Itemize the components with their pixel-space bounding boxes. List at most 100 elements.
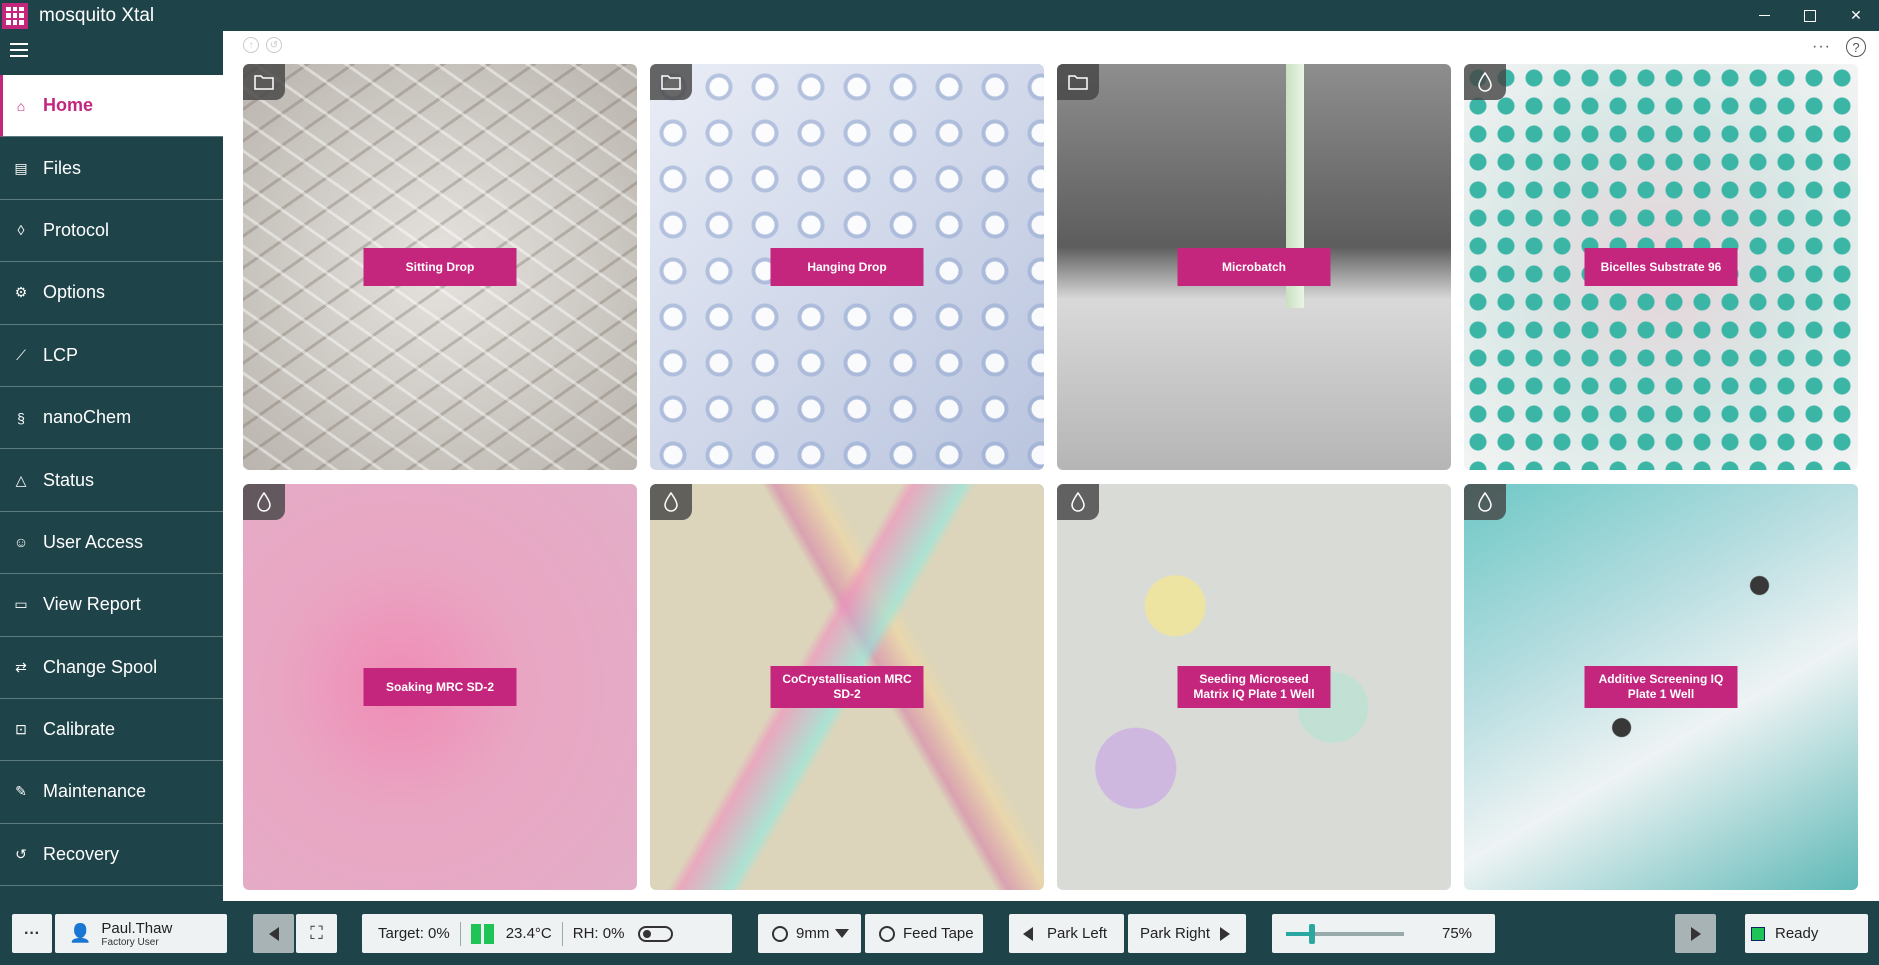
sidebar-item-label: User Access	[43, 531, 144, 552]
title-bar: mosquito Xtal ✕	[0, 0, 1879, 31]
tape-size-select[interactable]: 9mm	[758, 914, 861, 953]
tile-label: Seeding Microseed Matrix IQ Plate 1 Well	[1177, 666, 1331, 708]
sidebar-item-label: LCP	[43, 344, 79, 365]
tile-soaking-mrc-sd2[interactable]: Soaking MRC SD-2	[243, 484, 637, 890]
humidity-value: RH: 0%	[572, 925, 625, 942]
protocol-tile-grid: Sitting Drop Hanging Drop Microbatch Bic…	[243, 64, 1862, 890]
sidebar-item-label: Options	[43, 282, 106, 303]
forward-icon[interactable]: ↑	[243, 37, 259, 53]
app-logo-icon	[2, 2, 28, 29]
sidebar-item-protocol[interactable]: ◊ Protocol	[0, 200, 223, 263]
speed-slider[interactable]	[1286, 923, 1404, 944]
tile-label: Sitting Drop	[363, 248, 517, 286]
sidebar-item-nanochem[interactable]: § nanoChem	[0, 387, 223, 450]
help-icon[interactable]: ?	[1846, 37, 1866, 57]
tape-size-value: 9mm	[796, 925, 830, 942]
play-button[interactable]	[1675, 914, 1716, 953]
history-icon[interactable]: ↺	[266, 37, 282, 53]
feed-tape-label: Feed Tape	[903, 925, 974, 942]
close-icon[interactable]: ✕	[1833, 0, 1879, 31]
play-icon	[1690, 926, 1701, 941]
tile-seeding-microseed-matrix[interactable]: Seeding Microseed Matrix IQ Plate 1 Well	[1057, 484, 1451, 890]
sidebar-item-label: Calibrate	[43, 719, 116, 740]
feed-tape-button[interactable]: Feed Tape	[865, 914, 983, 953]
undo-icon: ↺	[15, 845, 27, 862]
sidebar-item-options[interactable]: ⚙ Options	[0, 262, 223, 325]
tile-label: Hanging Drop	[770, 248, 924, 286]
speed-control: 75%	[1272, 914, 1495, 953]
humidity-toggle[interactable]	[638, 925, 674, 942]
drop-icon	[1464, 484, 1506, 520]
gear-icon: ⚙	[14, 284, 28, 301]
tile-hanging-drop[interactable]: Hanging Drop	[650, 64, 1044, 470]
temperature-value: 23.4°C	[505, 925, 552, 942]
sidebar-item-label: View Report	[43, 594, 141, 615]
sidebar-item-user-access[interactable]: ☺ User Access	[0, 512, 223, 575]
user-role: Factory User	[101, 936, 159, 948]
sidebar-item-label: Recovery	[43, 843, 120, 864]
user-icon: 👤	[69, 923, 92, 943]
sidebar-item-lcp[interactable]: ⟋ LCP	[0, 325, 223, 387]
tape-reel-icon	[879, 925, 895, 942]
status-indicator: Ready	[1745, 914, 1868, 953]
sidebar-item-label: Maintenance	[43, 781, 147, 802]
app-title: mosquito Xtal	[39, 4, 155, 26]
park-left-button[interactable]: Park Left	[1009, 914, 1124, 953]
temperature-indicator-icon	[483, 923, 494, 944]
sidebar-item-label: Home	[43, 95, 94, 116]
files-icon: ▤	[14, 159, 28, 176]
minimize-icon[interactable]	[1741, 0, 1787, 31]
sidebar: ⌂ Home ▤ Files ◊ Protocol ⚙ Options ⟋ LC…	[0, 31, 223, 901]
drop-icon	[650, 484, 692, 520]
tile-bicelles-substrate-96[interactable]: Bicelles Substrate 96	[1464, 64, 1858, 470]
tile-additive-screening[interactable]: Additive Screening IQ Plate 1 Well	[1464, 484, 1858, 890]
main-toolbar: ↑ ↺ ··· ?	[223, 31, 1879, 63]
speed-slider-handle[interactable]	[1308, 923, 1315, 944]
temperature-indicator-icon	[470, 923, 481, 944]
tile-label: Bicelles Substrate 96	[1584, 248, 1738, 286]
tile-cocrystallisation-mrc-sd2[interactable]: CoCrystallisation MRC SD-2	[650, 484, 1044, 890]
sidebar-nav: ⌂ Home ▤ Files ◊ Protocol ⚙ Options ⟋ LC…	[0, 75, 223, 887]
sidebar-item-label: Status	[43, 469, 95, 490]
humidity-target: Target: 0%	[378, 925, 450, 942]
sidebar-item-change-spool[interactable]: ⇄ Change Spool	[0, 637, 223, 699]
bottom-status-bar: ··· 👤 Paul.Thaw Factory User ⛶ Target: 0…	[0, 901, 1879, 965]
tile-label: Microbatch	[1177, 248, 1331, 286]
dna-icon: §	[17, 409, 25, 426]
user-info: Paul.Thaw Factory User	[101, 920, 172, 948]
back-button[interactable]	[253, 914, 294, 953]
drop-icon	[1057, 484, 1099, 520]
sidebar-item-home[interactable]: ⌂ Home	[0, 75, 223, 138]
tile-label: Soaking MRC SD-2	[363, 668, 517, 706]
tile-sitting-drop[interactable]: Sitting Drop	[243, 64, 637, 470]
sidebar-item-recovery[interactable]: ↺ Recovery	[0, 824, 223, 887]
folder-icon	[650, 64, 692, 100]
park-left-label: Park Left	[1047, 925, 1108, 942]
tile-microbatch[interactable]: Microbatch	[1057, 64, 1451, 470]
folder-icon	[1057, 64, 1099, 100]
sidebar-item-maintenance[interactable]: ✎ Maintenance	[0, 761, 223, 824]
sidebar-item-view-report[interactable]: ▭ View Report	[0, 574, 223, 637]
sidebar-item-files[interactable]: ▤ Files	[0, 137, 223, 200]
main-content: ↑ ↺ ··· ? Sitting Drop Hanging Drop Micr…	[223, 31, 1879, 901]
more-options-icon[interactable]: ···	[1812, 38, 1831, 56]
drop-icon	[1464, 64, 1506, 100]
sidebar-item-label: Change Spool	[43, 656, 158, 677]
sidebar-item-calibrate[interactable]: ⊡ Calibrate	[0, 699, 223, 762]
warning-icon: △	[15, 471, 27, 488]
wrench-icon: ✎	[15, 783, 27, 800]
triangle-right-icon	[1220, 926, 1231, 941]
fullscreen-button[interactable]: ⛶	[296, 914, 337, 953]
status-label: Ready	[1775, 925, 1819, 942]
tile-label: CoCrystallisation MRC SD-2	[770, 666, 924, 708]
park-right-button[interactable]: Park Right	[1128, 914, 1246, 953]
report-icon: ▭	[14, 596, 28, 613]
chevron-down-icon	[835, 929, 850, 938]
sidebar-item-label: Files	[43, 157, 82, 178]
more-menu-button[interactable]: ···	[12, 914, 52, 953]
sidebar-item-status[interactable]: △ Status	[0, 449, 223, 512]
drop-icon: ◊	[17, 222, 25, 239]
hamburger-menu-icon[interactable]	[10, 43, 28, 57]
user-button[interactable]: 👤 Paul.Thaw Factory User	[55, 914, 227, 953]
maximize-icon[interactable]	[1787, 0, 1833, 31]
